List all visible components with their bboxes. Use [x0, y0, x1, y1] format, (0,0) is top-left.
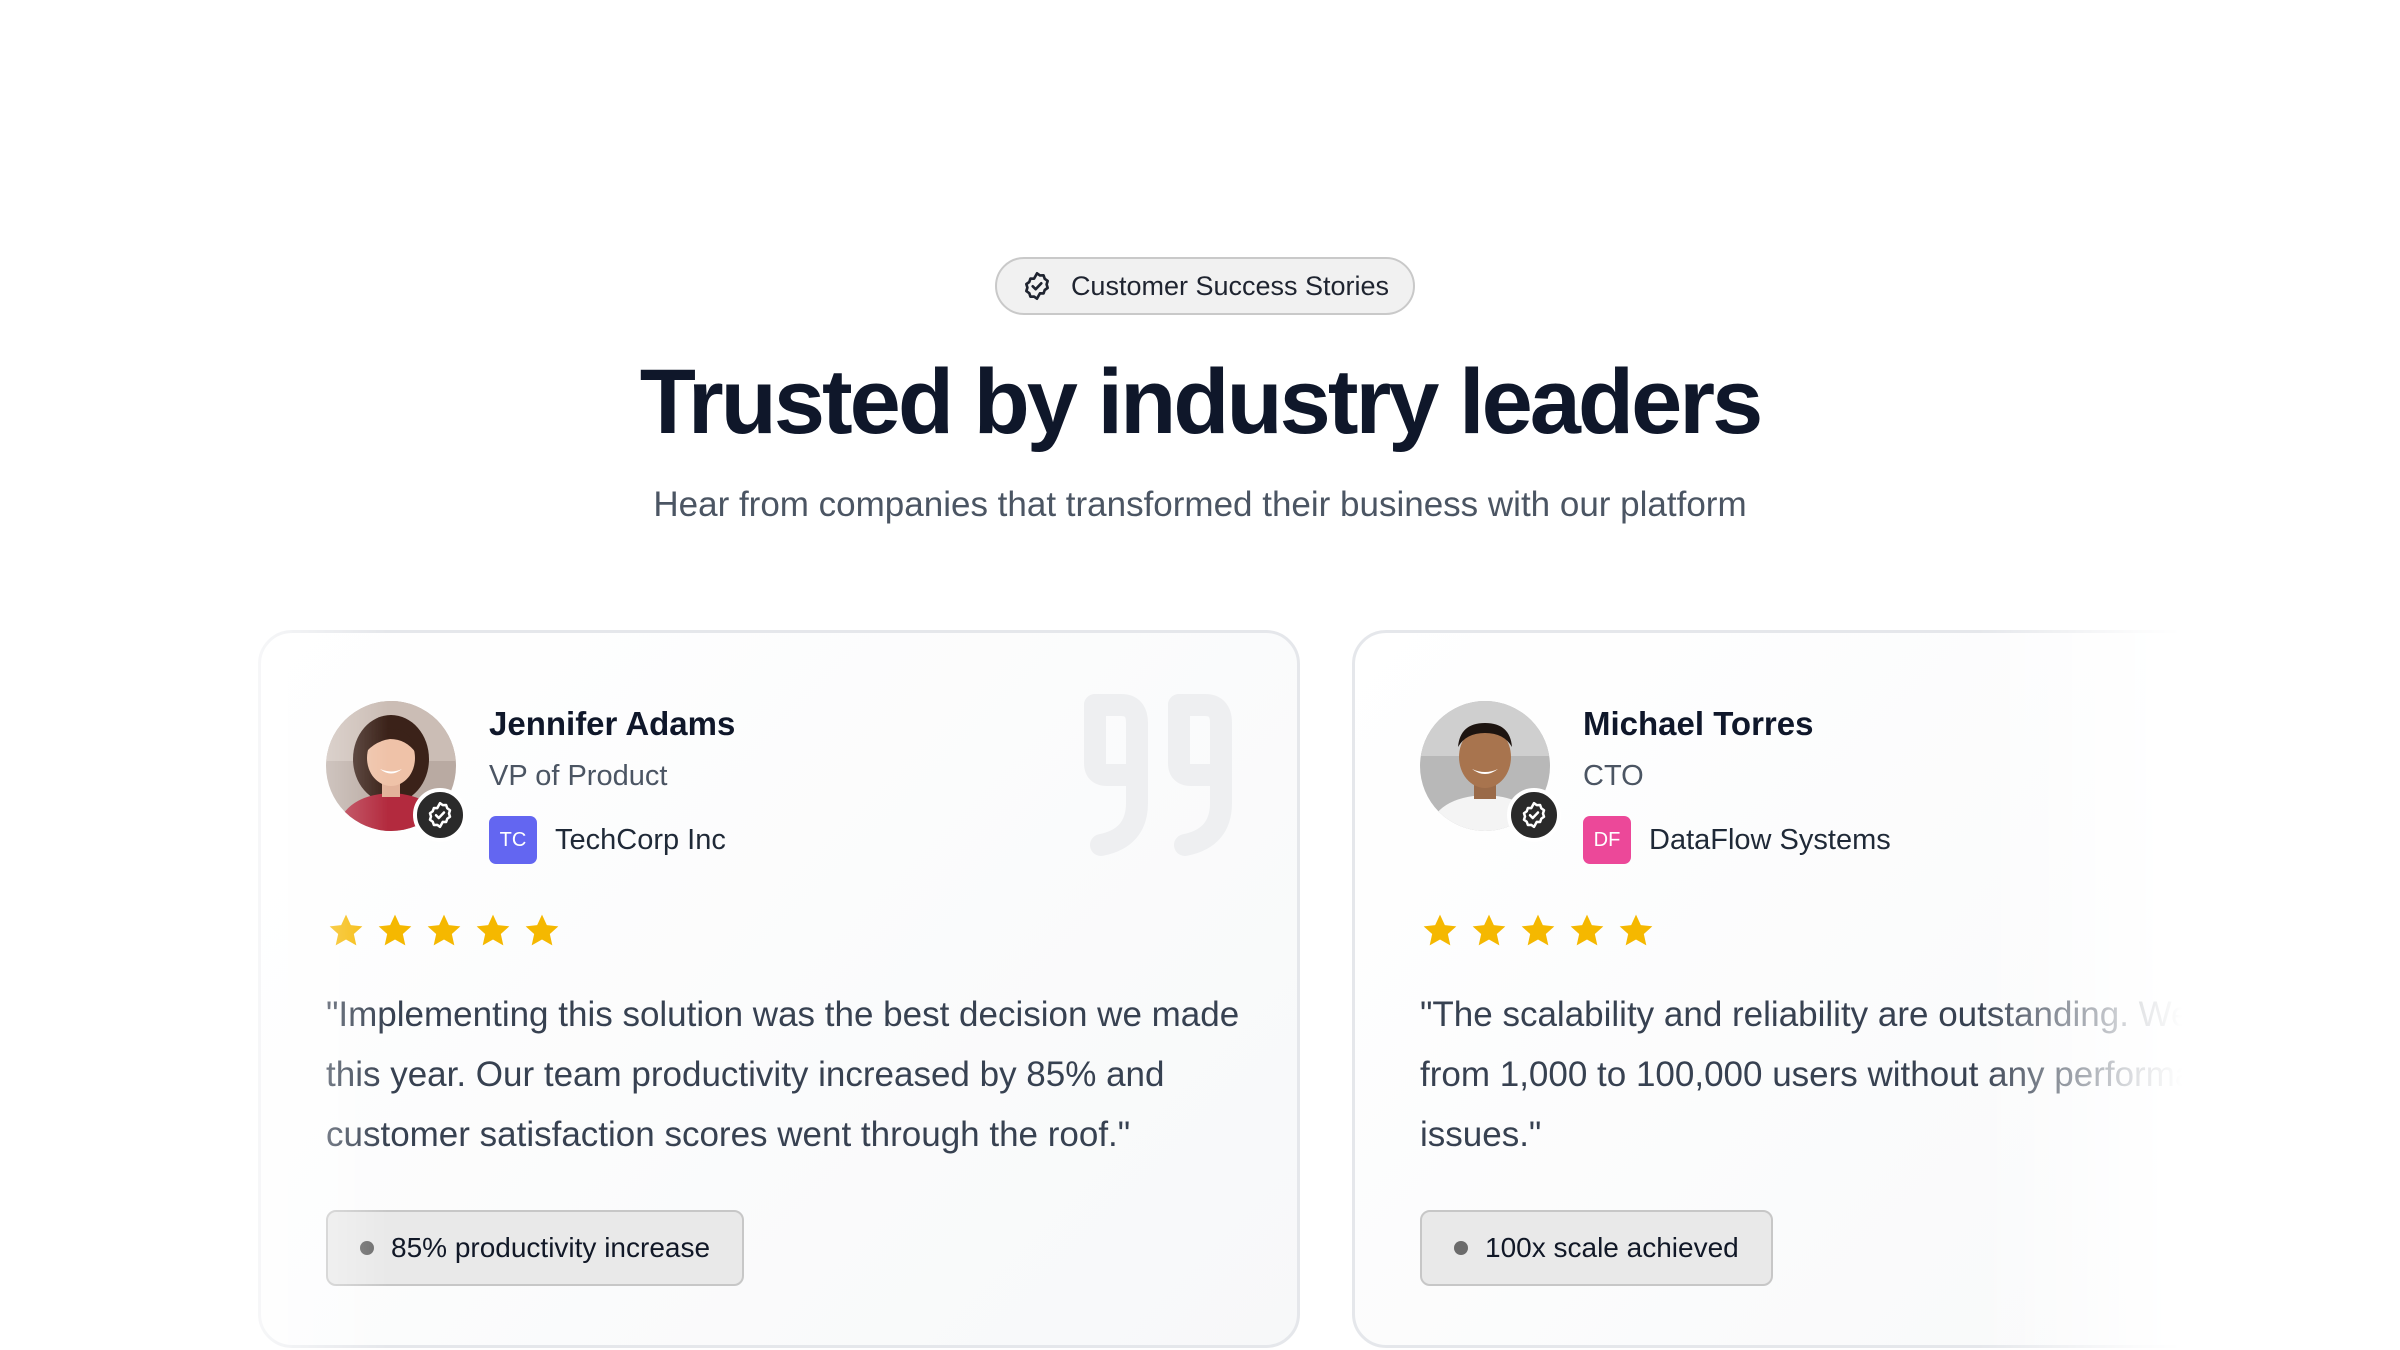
verified-badge-icon — [413, 788, 467, 842]
testimonial-carousel: Jennifer Adams VP of Product TC TechCorp… — [258, 630, 2182, 1350]
company-logo: DF — [1583, 816, 1631, 864]
section-title: Trusted by industry leaders — [639, 351, 1763, 453]
star-icon — [326, 911, 366, 951]
company-logo: TC — [489, 816, 537, 864]
star-icon — [375, 911, 415, 951]
author-role: VP of Product — [489, 760, 668, 792]
quote-mark-icon — [1071, 693, 1241, 858]
author-name: Jennifer Adams — [489, 705, 736, 742]
star-icon — [424, 911, 464, 951]
star-icon — [473, 911, 513, 951]
star-icon — [1420, 911, 1460, 951]
section-badge-label: Customer Success Stories — [1070, 270, 1390, 301]
metric-dot-icon — [1454, 1241, 1468, 1255]
section-badge: Customer Success Stories — [995, 257, 1415, 315]
star-icon — [1518, 911, 1558, 951]
metric-dot-icon — [360, 1241, 374, 1255]
metric-badge: 85% productivity increase — [326, 1210, 745, 1286]
star-icon — [1616, 911, 1656, 951]
star-icon — [1469, 911, 1509, 951]
star-icon — [522, 911, 562, 951]
testimonial-card: Jennifer Adams VP of Product TC TechCorp… — [258, 630, 1300, 1348]
star-rating — [1420, 911, 1656, 951]
metric-label: 100x scale achieved — [1485, 1232, 1739, 1263]
section-subtitle: Hear from companies that transformed the… — [653, 485, 1747, 524]
star-rating — [326, 911, 562, 951]
testimonial-card: Michael Torres CTO DF DataFlow Systems "… — [1352, 630, 2182, 1348]
company-name: TechCorp Inc — [555, 823, 726, 856]
verified-badge-icon — [1507, 788, 1561, 842]
star-icon — [1567, 911, 1607, 951]
metric-badge: 100x scale achieved — [1420, 1210, 1773, 1286]
company-info: TC TechCorp Inc — [489, 816, 726, 864]
author-name: Michael Torres — [1583, 705, 1814, 742]
testimonial-quote: "The scalability and reliability are out… — [1420, 995, 2182, 1154]
metric-label: 85% productivity increase — [391, 1232, 711, 1263]
testimonial-quote: "Implementing this solution was the best… — [326, 995, 1240, 1154]
author-role: CTO — [1583, 760, 1644, 792]
company-name: DataFlow Systems — [1649, 823, 1891, 856]
company-info: DF DataFlow Systems — [1583, 816, 1891, 864]
badge-check-icon — [1021, 270, 1053, 302]
